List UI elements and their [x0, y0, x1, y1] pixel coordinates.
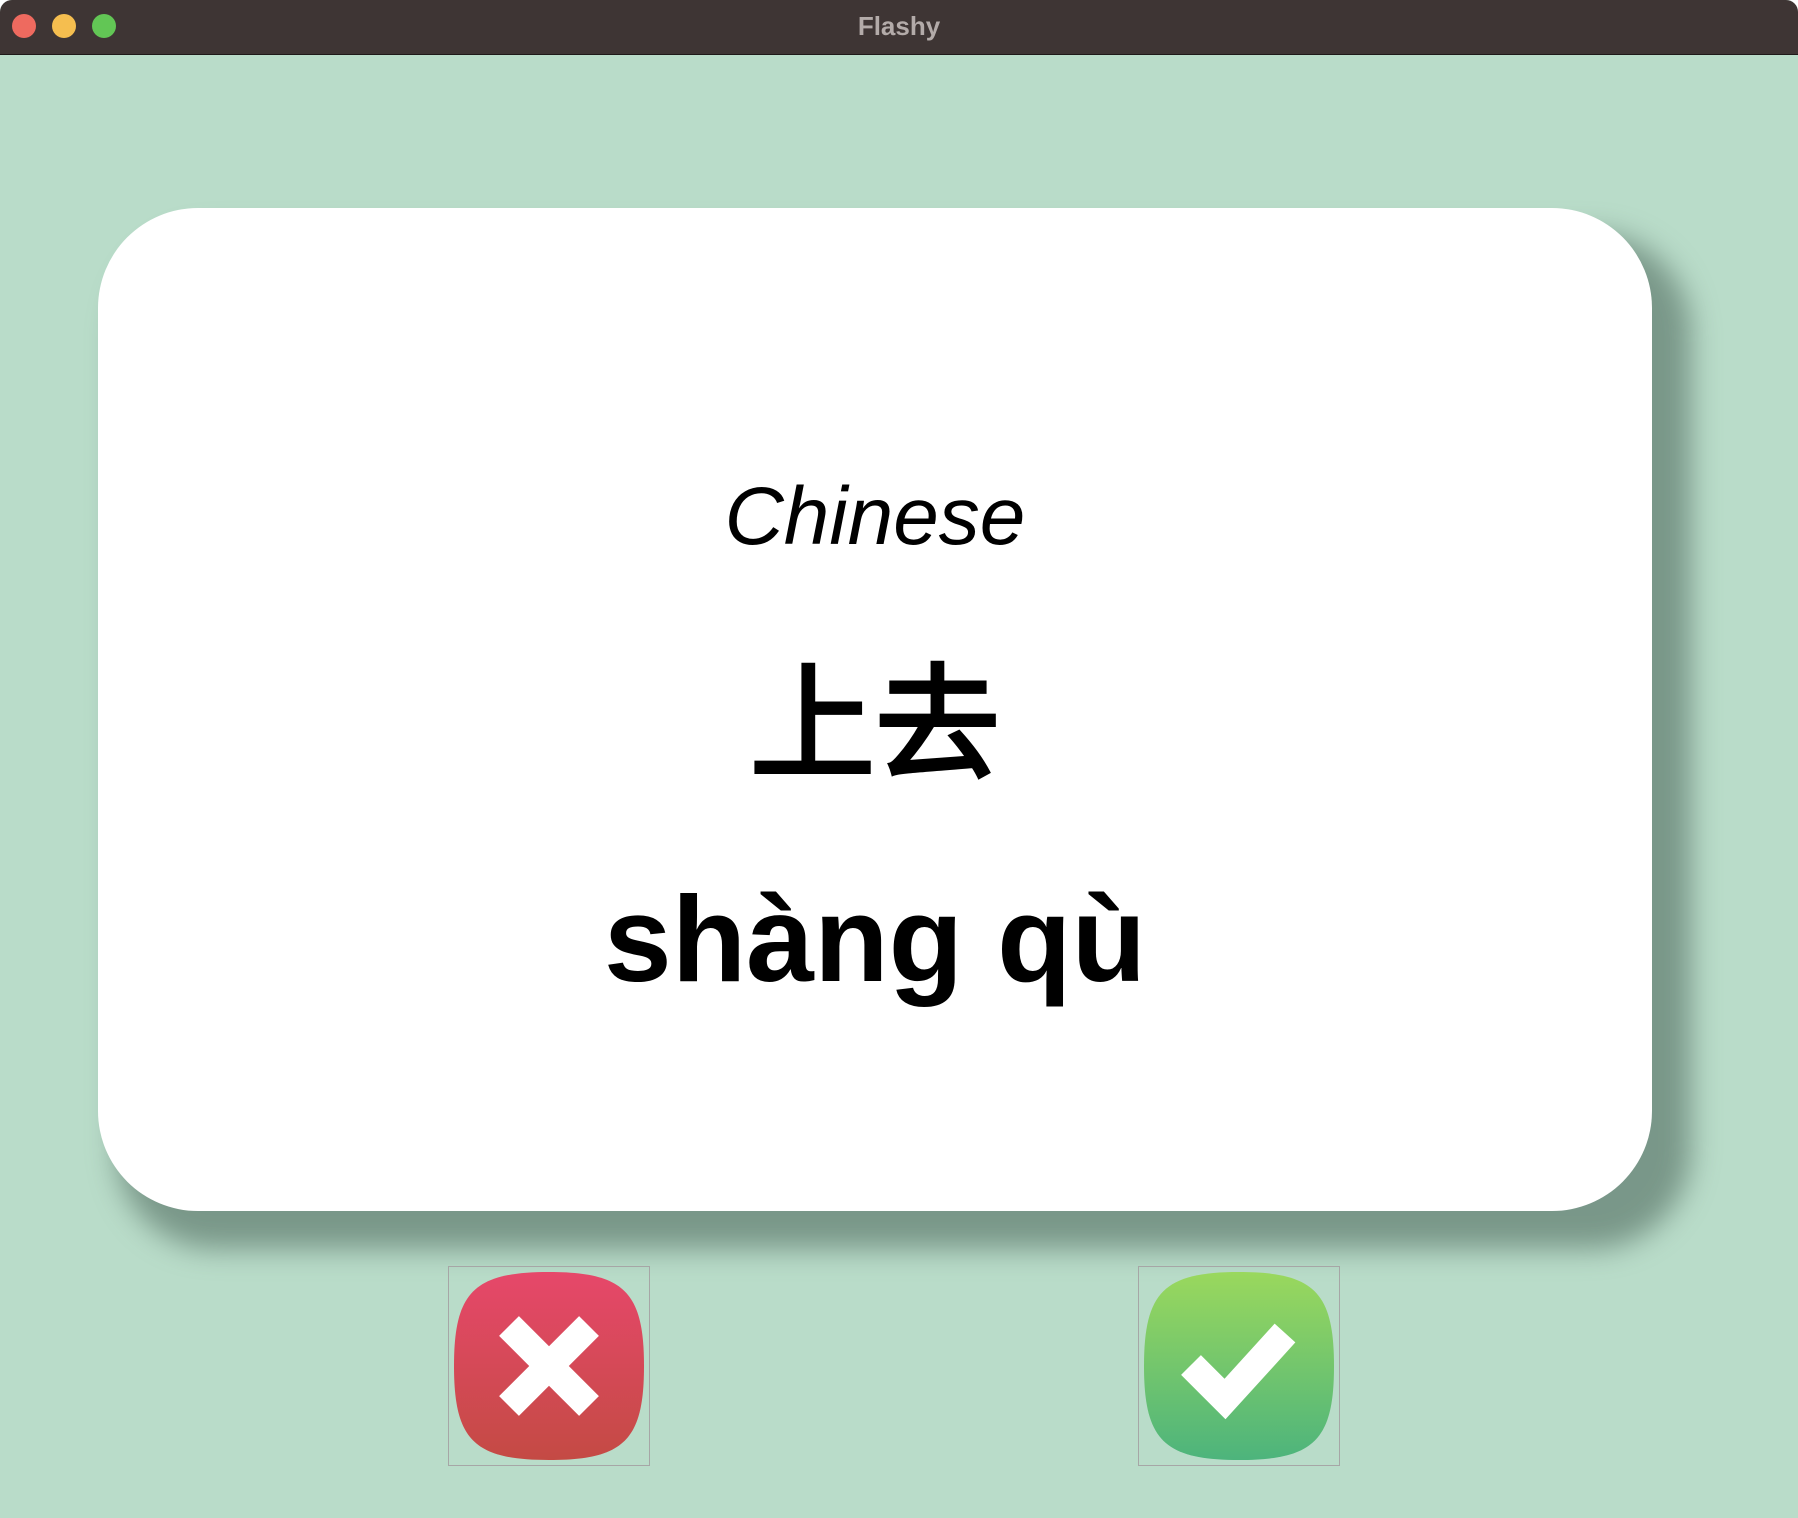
check-icon [1144, 1272, 1334, 1460]
window-title: Flashy [857, 11, 941, 41]
card-word: 上去 [750, 653, 1000, 798]
flash-card: Chinese 上去 shàng qù [98, 208, 1652, 1211]
app-window: Flashy Chinese 上去 shàng qù [0, 0, 1798, 1518]
cross-icon [454, 1272, 644, 1460]
card-language-label: Chinese [724, 471, 1026, 562]
title-bar: Flashy [0, 0, 1798, 55]
wrong-button[interactable] [448, 1266, 650, 1466]
right-button[interactable] [1138, 1266, 1340, 1466]
canvas: Chinese 上去 shàng qù [0, 55, 1798, 1518]
card-pinyin: shàng qù [603, 871, 1147, 1007]
